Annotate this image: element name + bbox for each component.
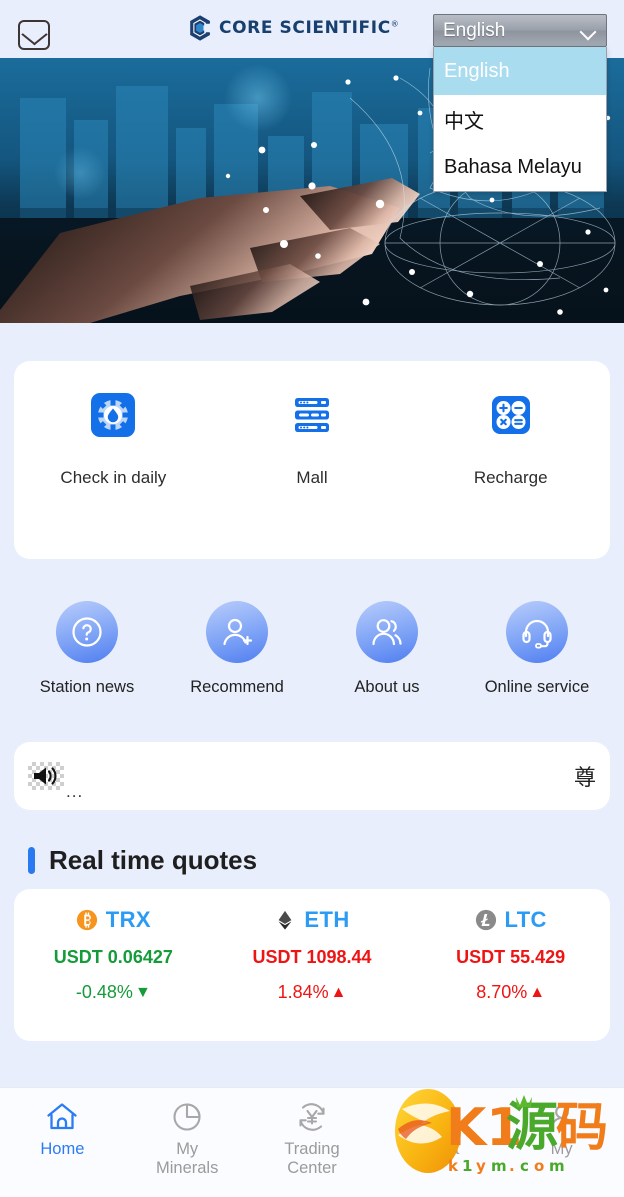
tab-label: Home [40,1140,85,1158]
announcement-bar[interactable]: ... 尊 [14,742,610,810]
chevron-down-icon [581,26,597,35]
arrow-up-icon: ▲ [529,983,546,1001]
quick-action-mall[interactable]: Mall [213,391,412,488]
quotes-card: TRX USDT 0.06427 -0.48% ▼ ETH USDT 1098.… [14,889,610,1041]
home-icon [47,1103,78,1130]
quote-item-trx[interactable]: TRX USDT 0.06427 -0.48% ▼ [14,907,213,1003]
user-add-icon [223,618,253,646]
quote-header: ETH [274,907,349,933]
quote-header: TRX [76,907,151,933]
quote-symbol: LTC [504,907,547,932]
pie-chart-icon [173,1103,201,1131]
quote-change-value: 8.70% [476,982,528,1002]
quote-change: 8.70% ▲ [476,982,545,1003]
quote-price: USDT 55.429 [456,947,566,967]
shortcut-label: Station news [39,678,135,696]
checkin-daily-icon [91,393,136,437]
shortcut-icon-wrap [506,601,568,663]
core-scientific-mark-icon [190,15,212,41]
quote-symbol: TRX [105,907,151,932]
arrow-down-icon: ▼ [134,983,151,1001]
arrow-up-icon: ▲ [330,983,347,1001]
tab-label: Trading Center [284,1140,340,1177]
quotes-section-title: Real time quotes [28,845,624,876]
section-title-text: Real time quotes [49,845,258,875]
wallet-icon [423,1107,451,1128]
quote-header: LTC [475,907,547,933]
bottom-tab-bar: Home My Minerals Trading Center Wallet M… [0,1087,624,1197]
shortcut-online-service[interactable]: Online service [462,601,612,697]
brand-logo: CORE SCIENTIFIC® [186,14,399,42]
tab-trading-center[interactable]: Trading Center [250,1100,375,1178]
tab-label: My [550,1140,573,1158]
app-root: CORE SCIENTIFIC® English English 中文 Baha… [0,0,624,1197]
quotes-row: TRX USDT 0.06427 -0.48% ▼ ETH USDT 1098.… [14,907,610,1003]
app-header: CORE SCIENTIFIC® English English 中文 Baha… [0,0,624,192]
tab-label: My Minerals [156,1140,219,1177]
shortcut-icon-wrap [356,601,418,663]
speaker-glyph-icon [34,767,57,785]
quick-actions-row: Check in daily Mall Recharge [14,391,610,488]
shortcuts-row: Station news Recommend About us Online s… [12,601,612,697]
users-icon [372,619,402,646]
quote-item-ltc[interactable]: LTC USDT 55.429 8.70% ▲ [411,907,610,1003]
tab-home[interactable]: Home [0,1100,125,1159]
tab-wallet[interactable]: Wallet [374,1100,499,1159]
quote-change-value: -0.48% [75,982,133,1002]
language-select-value: English [443,19,506,41]
quick-action-label: Recharge [473,468,548,487]
headset-icon [522,619,552,649]
language-option-english[interactable]: English [434,47,606,95]
quote-item-eth[interactable]: ETH USDT 1098.44 1.84% ▲ [213,907,412,1003]
envelope-icon[interactable] [18,20,50,50]
shortcut-recommend[interactable]: Recommend [162,601,312,697]
quick-actions-card: Check in daily Mall Recharge [14,361,610,559]
shortcut-station-news[interactable]: Station news [12,601,162,697]
quick-action-recharge[interactable]: Recharge [411,391,610,488]
announcement-text: ... [66,782,84,801]
shortcut-about-us[interactable]: About us [312,601,462,697]
question-mark-icon [72,617,102,647]
brand-name: CORE SCIENTIFIC® [219,18,399,38]
language-option-chinese[interactable]: 中文 [434,95,606,143]
language-select-trigger[interactable]: English [433,14,607,47]
language-select[interactable]: English English 中文 Bahasa Melayu [433,14,607,192]
quick-action-label: Check in daily [60,468,167,487]
bitcoin-coin-icon [76,909,97,931]
quote-change: 1.84% ▲ [278,982,347,1003]
shortcut-icon-wrap [206,601,268,663]
quick-action-label: Mall [296,468,328,487]
user-icon [550,1105,574,1130]
quote-price: USDT 0.06427 [53,947,173,967]
quick-action-check-in-daily[interactable]: Check in daily [14,391,213,488]
litecoin-coin-icon [475,909,496,931]
shortcut-label: Recommend [190,678,284,696]
shortcut-icon-wrap [56,601,118,663]
quote-change: -0.48% ▼ [76,982,151,1003]
quote-change-value: 1.84% [277,982,329,1002]
language-select-options[interactable]: English 中文 Bahasa Melayu [433,47,607,192]
brand-name-text: CORE SCIENTIFIC [219,18,391,38]
section-accent-bar [28,847,35,874]
brand-registered-mark: ® [390,19,400,29]
shortcut-label: About us [354,678,420,696]
tab-my[interactable]: My [499,1100,624,1159]
speaker-icon [28,762,64,790]
tab-my-minerals[interactable]: My Minerals [125,1100,250,1178]
announcement-right-text: 尊 [573,766,596,791]
quote-price: USDT 1098.44 [252,947,372,967]
calculator-icon [491,396,530,434]
language-option-malay[interactable]: Bahasa Melayu [434,143,606,191]
ethereum-coin-icon [278,910,292,930]
server-rack-icon [295,398,329,432]
yuan-exchange-icon [299,1103,325,1131]
tab-label: Wallet [414,1140,460,1158]
shortcut-label: Online service [484,678,590,696]
quote-symbol: ETH [304,907,350,932]
